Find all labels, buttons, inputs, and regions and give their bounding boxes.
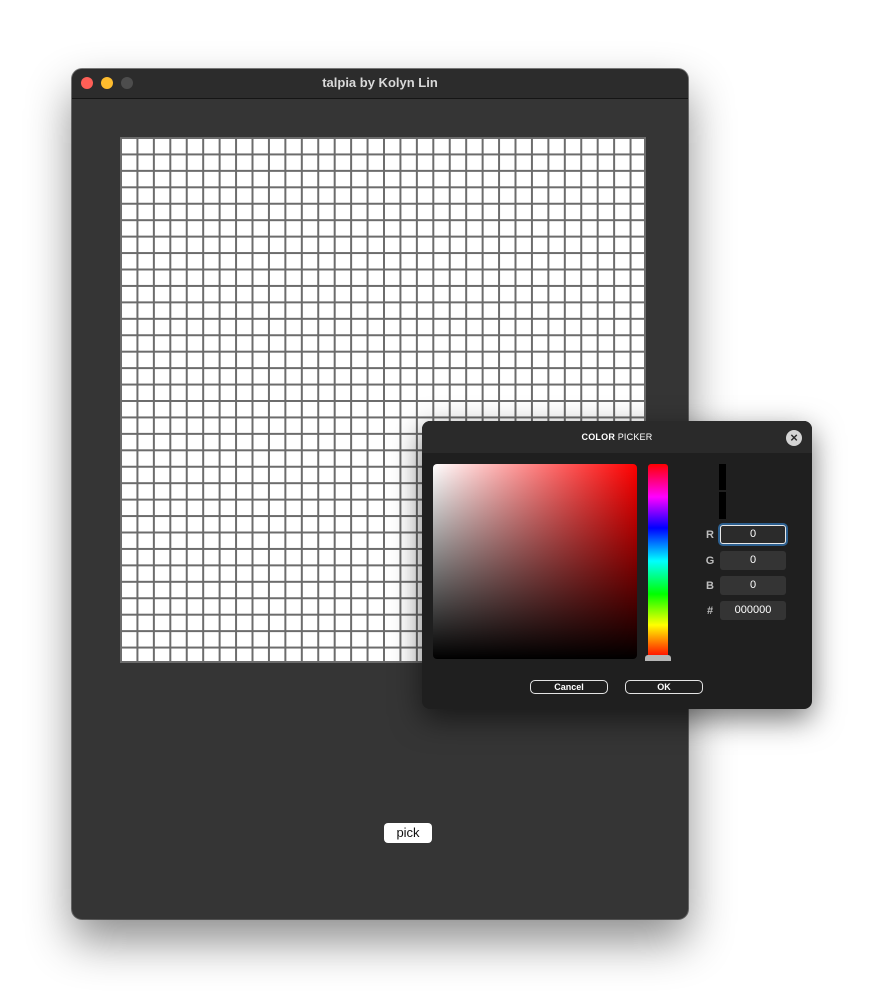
ok-button[interactable]: OK	[625, 680, 703, 694]
color-picker-title: COLOR PICKER	[422, 432, 812, 442]
close-circle-icon[interactable]: ×	[786, 430, 802, 446]
red-label: R	[706, 529, 714, 541]
window-title: talpia by Kolyn Lin	[322, 75, 438, 90]
hue-slider-handle[interactable]	[645, 655, 671, 661]
blue-input[interactable]: 0	[720, 576, 786, 595]
title-rest: PICKER	[615, 432, 653, 442]
title-bar[interactable]: talpia by Kolyn Lin	[72, 69, 688, 99]
cancel-button[interactable]: Cancel	[530, 680, 608, 694]
swatch-divider	[719, 490, 726, 492]
green-input[interactable]: 0	[720, 551, 786, 570]
hex-input[interactable]: 000000	[720, 601, 786, 620]
saturation-value-picker[interactable]	[433, 464, 637, 659]
color-picker-dialog: COLOR PICKER × R 0 G 0 B 0 # 000000 Canc…	[422, 421, 812, 709]
color-picker-header[interactable]: COLOR PICKER ×	[422, 421, 812, 453]
pick-button[interactable]: pick	[384, 823, 432, 843]
green-label: G	[705, 555, 715, 567]
red-input[interactable]: 0	[720, 525, 786, 544]
hue-slider[interactable]	[648, 464, 668, 658]
blue-label: B	[706, 580, 714, 592]
hex-label: #	[706, 605, 714, 617]
title-bold: COLOR	[581, 432, 616, 442]
